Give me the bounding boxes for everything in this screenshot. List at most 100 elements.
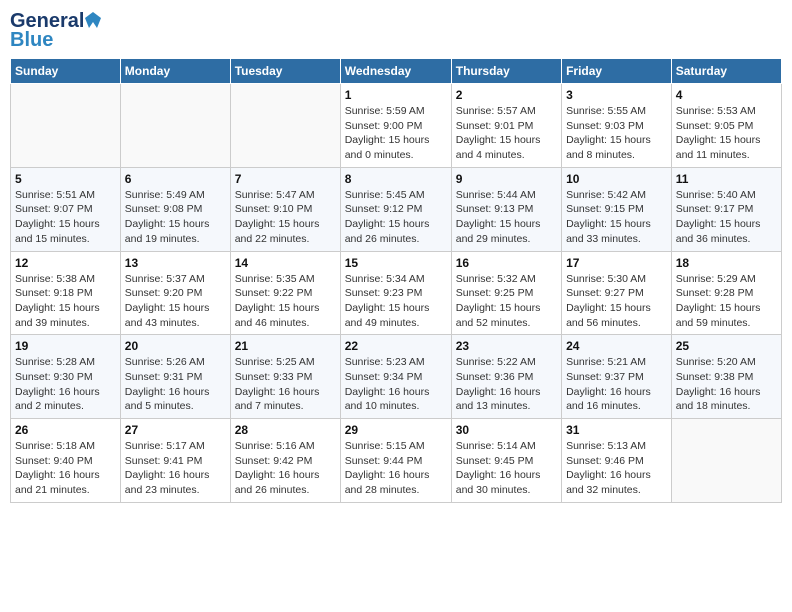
calendar-cell: 9 Sunrise: 5:44 AM Sunset: 9:13 PM Daylig… bbox=[451, 167, 561, 251]
day-number: 13 bbox=[125, 256, 226, 270]
calendar-cell: 24Sunrise: 5:21 AM Sunset: 9:37 PM Dayli… bbox=[562, 335, 672, 419]
day-header-friday: Friday bbox=[562, 59, 672, 84]
day-detail: Sunrise: 5:20 AM Sunset: 9:38 PM Dayligh… bbox=[676, 355, 777, 414]
calendar-cell: 28 Sunrise: 5:16 AM Sunset: 9:42 PM Dayli… bbox=[230, 419, 340, 503]
calendar-cell bbox=[11, 84, 121, 168]
calendar-cell: 1 Sunrise: 5:59 AM Sunset: 9:00 PM Daylig… bbox=[340, 84, 451, 168]
day-detail: Sunrise: 5:15 AM Sunset: 9:44 PM Dayligh… bbox=[345, 439, 447, 498]
day-number: 17 bbox=[566, 256, 667, 270]
day-number: 29 bbox=[345, 423, 447, 437]
day-detail: Sunrise: 5:53 AM Sunset: 9:05 PM Dayligh… bbox=[676, 104, 777, 163]
day-number: 2 bbox=[456, 88, 557, 102]
day-number: 15 bbox=[345, 256, 447, 270]
day-number: 26 bbox=[15, 423, 116, 437]
logo-bird-icon bbox=[85, 12, 101, 28]
calendar-week-row: 19 Sunrise: 5:28 AM Sunset: 9:30 PM Dayli… bbox=[11, 335, 782, 419]
day-number: 7 bbox=[235, 172, 336, 186]
calendar-week-row: 26 Sunrise: 5:18 AM Sunset: 9:40 PM Dayli… bbox=[11, 419, 782, 503]
day-detail: Sunrise: 5:25 AM Sunset: 9:33 PM Dayligh… bbox=[235, 355, 336, 414]
day-number: 8 bbox=[345, 172, 447, 186]
calendar-cell: 20 Sunrise: 5:26 AM Sunset: 9:31 PM Dayli… bbox=[120, 335, 230, 419]
day-number: 4 bbox=[676, 88, 777, 102]
day-detail: Sunrise: 5:55 AM Sunset: 9:03 PM Dayligh… bbox=[566, 104, 667, 163]
calendar-cell bbox=[671, 419, 781, 503]
day-number: 1 bbox=[345, 88, 447, 102]
day-detail: Sunrise: 5:38 AM Sunset: 9:18 PM Dayligh… bbox=[15, 272, 116, 331]
day-detail: Sunrise: 5:37 AM Sunset: 9:20 PM Dayligh… bbox=[125, 272, 226, 331]
calendar-cell: 13 Sunrise: 5:37 AM Sunset: 9:20 PM Dayli… bbox=[120, 251, 230, 335]
page-header: General Blue bbox=[10, 10, 782, 52]
day-detail: Sunrise: 5:29 AM Sunset: 9:28 PM Dayligh… bbox=[676, 272, 777, 331]
calendar-cell: 31Sunrise: 5:13 AM Sunset: 9:46 PM Dayli… bbox=[562, 419, 672, 503]
calendar-cell: 15 Sunrise: 5:34 AM Sunset: 9:23 PM Dayli… bbox=[340, 251, 451, 335]
calendar-cell: 27 Sunrise: 5:17 AM Sunset: 9:41 PM Dayli… bbox=[120, 419, 230, 503]
logo: General Blue bbox=[10, 10, 101, 52]
calendar-cell: 11 Sunrise: 5:40 AM Sunset: 9:17 PM Dayli… bbox=[671, 167, 781, 251]
day-detail: Sunrise: 5:32 AM Sunset: 9:25 PM Dayligh… bbox=[456, 272, 557, 331]
calendar-cell: 12 Sunrise: 5:38 AM Sunset: 9:18 PM Dayli… bbox=[11, 251, 121, 335]
calendar-cell: 26 Sunrise: 5:18 AM Sunset: 9:40 PM Dayli… bbox=[11, 419, 121, 503]
day-detail: Sunrise: 5:17 AM Sunset: 9:41 PM Dayligh… bbox=[125, 439, 226, 498]
day-detail: Sunrise: 5:51 AM Sunset: 9:07 PM Dayligh… bbox=[15, 188, 116, 247]
calendar-table: SundayMondayTuesdayWednesdayThursdayFrid… bbox=[10, 58, 782, 503]
calendar-cell: 19 Sunrise: 5:28 AM Sunset: 9:30 PM Dayli… bbox=[11, 335, 121, 419]
calendar-cell: 3Sunrise: 5:55 AM Sunset: 9:03 PM Daylig… bbox=[562, 84, 672, 168]
calendar-cell bbox=[120, 84, 230, 168]
day-detail: Sunrise: 5:30 AM Sunset: 9:27 PM Dayligh… bbox=[566, 272, 667, 331]
day-detail: Sunrise: 5:49 AM Sunset: 9:08 PM Dayligh… bbox=[125, 188, 226, 247]
day-header-tuesday: Tuesday bbox=[230, 59, 340, 84]
day-number: 14 bbox=[235, 256, 336, 270]
calendar-cell: 23 Sunrise: 5:22 AM Sunset: 9:36 PM Dayli… bbox=[451, 335, 561, 419]
day-number: 25 bbox=[676, 339, 777, 353]
calendar-header-row: SundayMondayTuesdayWednesdayThursdayFrid… bbox=[11, 59, 782, 84]
day-header-saturday: Saturday bbox=[671, 59, 781, 84]
day-number: 11 bbox=[676, 172, 777, 186]
day-detail: Sunrise: 5:16 AM Sunset: 9:42 PM Dayligh… bbox=[235, 439, 336, 498]
day-detail: Sunrise: 5:18 AM Sunset: 9:40 PM Dayligh… bbox=[15, 439, 116, 498]
day-number: 16 bbox=[456, 256, 557, 270]
day-detail: Sunrise: 5:28 AM Sunset: 9:30 PM Dayligh… bbox=[15, 355, 116, 414]
calendar-week-row: 12 Sunrise: 5:38 AM Sunset: 9:18 PM Dayli… bbox=[11, 251, 782, 335]
calendar-cell: 25 Sunrise: 5:20 AM Sunset: 9:38 PM Dayli… bbox=[671, 335, 781, 419]
day-detail: Sunrise: 5:47 AM Sunset: 9:10 PM Dayligh… bbox=[235, 188, 336, 247]
day-detail: Sunrise: 5:22 AM Sunset: 9:36 PM Dayligh… bbox=[456, 355, 557, 414]
day-number: 18 bbox=[676, 256, 777, 270]
day-detail: Sunrise: 5:21 AM Sunset: 9:37 PM Dayligh… bbox=[566, 355, 667, 414]
calendar-cell: 7 Sunrise: 5:47 AM Sunset: 9:10 PM Daylig… bbox=[230, 167, 340, 251]
day-detail: Sunrise: 5:34 AM Sunset: 9:23 PM Dayligh… bbox=[345, 272, 447, 331]
calendar-cell: 16 Sunrise: 5:32 AM Sunset: 9:25 PM Dayli… bbox=[451, 251, 561, 335]
day-detail: Sunrise: 5:35 AM Sunset: 9:22 PM Dayligh… bbox=[235, 272, 336, 331]
day-number: 23 bbox=[456, 339, 557, 353]
day-detail: Sunrise: 5:57 AM Sunset: 9:01 PM Dayligh… bbox=[456, 104, 557, 163]
day-number: 20 bbox=[125, 339, 226, 353]
calendar-cell: 30 Sunrise: 5:14 AM Sunset: 9:45 PM Dayli… bbox=[451, 419, 561, 503]
calendar-cell: 2 Sunrise: 5:57 AM Sunset: 9:01 PM Daylig… bbox=[451, 84, 561, 168]
calendar-cell: 22 Sunrise: 5:23 AM Sunset: 9:34 PM Dayli… bbox=[340, 335, 451, 419]
day-number: 22 bbox=[345, 339, 447, 353]
day-number: 12 bbox=[15, 256, 116, 270]
day-number: 19 bbox=[15, 339, 116, 353]
day-detail: Sunrise: 5:45 AM Sunset: 9:12 PM Dayligh… bbox=[345, 188, 447, 247]
day-detail: Sunrise: 5:42 AM Sunset: 9:15 PM Dayligh… bbox=[566, 188, 667, 247]
calendar-week-row: 5 Sunrise: 5:51 AM Sunset: 9:07 PM Daylig… bbox=[11, 167, 782, 251]
day-number: 28 bbox=[235, 423, 336, 437]
logo-blue: Blue bbox=[10, 29, 53, 52]
calendar-week-row: 1 Sunrise: 5:59 AM Sunset: 9:00 PM Daylig… bbox=[11, 84, 782, 168]
calendar-cell: 14 Sunrise: 5:35 AM Sunset: 9:22 PM Dayli… bbox=[230, 251, 340, 335]
calendar-cell: 5 Sunrise: 5:51 AM Sunset: 9:07 PM Daylig… bbox=[11, 167, 121, 251]
calendar-cell: 29 Sunrise: 5:15 AM Sunset: 9:44 PM Dayli… bbox=[340, 419, 451, 503]
day-number: 5 bbox=[15, 172, 116, 186]
calendar-cell: 21Sunrise: 5:25 AM Sunset: 9:33 PM Dayli… bbox=[230, 335, 340, 419]
day-number: 9 bbox=[456, 172, 557, 186]
day-detail: Sunrise: 5:44 AM Sunset: 9:13 PM Dayligh… bbox=[456, 188, 557, 247]
day-number: 27 bbox=[125, 423, 226, 437]
day-header-wednesday: Wednesday bbox=[340, 59, 451, 84]
day-detail: Sunrise: 5:13 AM Sunset: 9:46 PM Dayligh… bbox=[566, 439, 667, 498]
day-detail: Sunrise: 5:26 AM Sunset: 9:31 PM Dayligh… bbox=[125, 355, 226, 414]
day-detail: Sunrise: 5:40 AM Sunset: 9:17 PM Dayligh… bbox=[676, 188, 777, 247]
day-detail: Sunrise: 5:59 AM Sunset: 9:00 PM Dayligh… bbox=[345, 104, 447, 163]
day-number: 30 bbox=[456, 423, 557, 437]
day-detail: Sunrise: 5:14 AM Sunset: 9:45 PM Dayligh… bbox=[456, 439, 557, 498]
day-header-sunday: Sunday bbox=[11, 59, 121, 84]
day-detail: Sunrise: 5:23 AM Sunset: 9:34 PM Dayligh… bbox=[345, 355, 447, 414]
